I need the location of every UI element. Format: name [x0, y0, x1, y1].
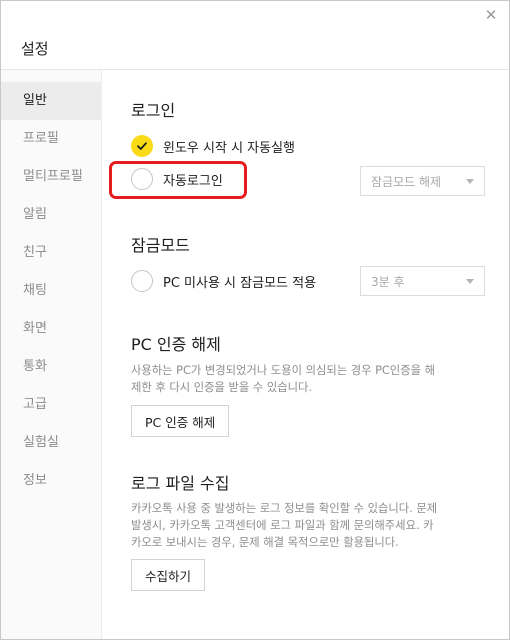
pc-auth-desc-line: 제한 후 다시 인증을 받을 수 있습니다. — [131, 381, 313, 394]
sidebar-item-advanced[interactable]: 고급 — [1, 386, 101, 424]
log-desc-line: 발생시, 카카오톡 고객센터에 로그 파일과 함께 문의해주세요. 카 — [131, 519, 434, 532]
sidebar-item-display[interactable]: 화면 — [1, 310, 101, 348]
log-section-title: 로그 파일 수집 — [131, 474, 230, 493]
checkmark-icon — [137, 142, 147, 150]
idle-time-select-value: 3분 후 — [371, 274, 405, 289]
sidebar-item-multiprofile[interactable]: 멀티프로필 — [1, 158, 101, 196]
sidebar: 일반 프로필 멀티프로필 알림 친구 채팅 화면 통화 고급 실험실 정보 — [1, 70, 102, 639]
idle-lock-option[interactable]: PC 미사용 시 잠금모드 적용 — [131, 270, 316, 292]
log-desc-line: 카오로 보내시는 경우, 문제 해결 목적으로만 활용됩니다. — [131, 536, 399, 549]
collect-logs-button[interactable]: 수집하기 — [131, 559, 206, 591]
idle-lock-label: PC 미사용 시 잠금모드 적용 — [163, 275, 317, 291]
autostart-label: 윈도우 시작 시 자동실행 — [163, 140, 295, 156]
pc-auth-description: 사용하는 PC가 변경되었거나 도용이 의심되는 경우 PC인증을 해 제한 후… — [131, 362, 491, 396]
autostart-checkbox[interactable] — [131, 135, 153, 157]
settings-content: 로그인 윈도우 시작 시 자동실행 자동로그인 잠금모드 해제 잠금모드 PC … — [102, 70, 509, 639]
pc-auth-desc-line: 사용하는 PC가 변경되었거나 도용이 의심되는 경우 PC인증을 해 — [131, 364, 435, 377]
chevron-down-icon — [466, 278, 474, 284]
window-title: 설정 — [21, 40, 49, 58]
idle-lock-checkbox[interactable] — [131, 270, 153, 292]
lock-release-select-value: 잠금모드 해제 — [371, 174, 442, 189]
autostart-option[interactable]: 윈도우 시작 시 자동실행 — [131, 135, 295, 157]
sidebar-item-general[interactable]: 일반 — [1, 82, 101, 120]
lockmode-section-title: 잠금모드 — [131, 236, 190, 255]
sidebar-item-labs[interactable]: 실험실 — [1, 424, 101, 462]
sidebar-item-friends[interactable]: 친구 — [1, 234, 101, 272]
sidebar-item-call[interactable]: 통화 — [1, 348, 101, 386]
sidebar-item-profile[interactable]: 프로필 — [1, 120, 101, 158]
log-desc-line: 카카오톡 사용 중 발생하는 로그 정보를 확인할 수 있습니다. 문제 — [131, 502, 438, 515]
lock-release-select[interactable]: 잠금모드 해제 — [360, 166, 485, 196]
sidebar-item-notifications[interactable]: 알림 — [1, 196, 101, 234]
idle-time-select[interactable]: 3분 후 — [360, 266, 485, 296]
settings-window: ✕ 설정 일반 프로필 멀티프로필 알림 친구 채팅 화면 통화 고급 실험실 … — [0, 0, 510, 640]
sidebar-item-about[interactable]: 정보 — [1, 462, 101, 500]
login-section-title: 로그인 — [131, 101, 176, 120]
pc-auth-reset-button[interactable]: PC 인증 해제 — [131, 405, 230, 437]
autologin-highlight-box — [109, 161, 247, 199]
pc-auth-section-title: PC 인증 해제 — [131, 335, 221, 354]
log-description: 카카오톡 사용 중 발생하는 로그 정보를 확인할 수 있습니다. 문제 발생시… — [131, 500, 491, 551]
sidebar-item-chat[interactable]: 채팅 — [1, 272, 101, 310]
chevron-down-icon — [466, 178, 474, 184]
close-icon[interactable]: ✕ — [483, 7, 499, 23]
